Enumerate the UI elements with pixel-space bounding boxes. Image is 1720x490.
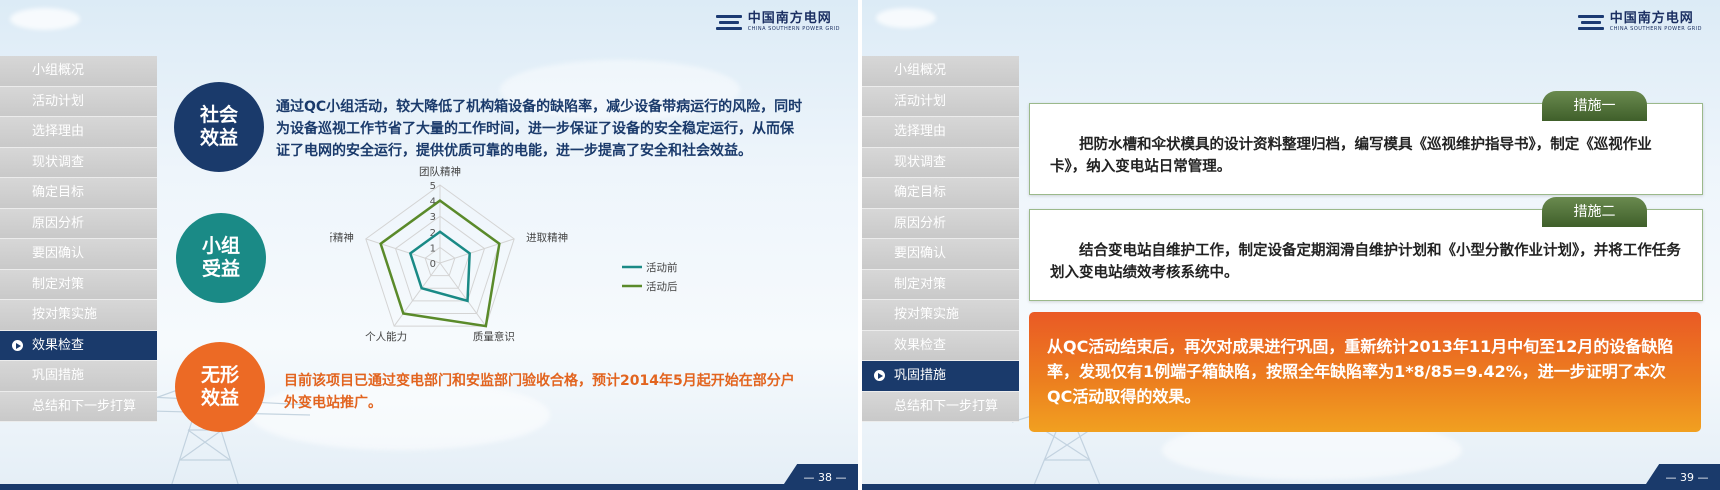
sidebar-item-10[interactable]: 巩固措施 (0, 361, 157, 392)
page-number: — 39 — (1642, 464, 1720, 490)
circle-label: 无形效益 (200, 364, 239, 409)
sidebar-item-11[interactable]: 总结和下一步打算 (0, 391, 157, 422)
sidebar-item-3[interactable]: 现状调查 (862, 147, 1019, 178)
logo-name-en: CHINA SOUTHERN POWER GRID (747, 26, 840, 32)
sidebar-item-0[interactable]: 小组概况 (0, 56, 157, 87)
conclusion-box: 从QC活动结束后，再次对成果进行巩固，重新统计2013年11月中旬至12月的设备… (1029, 312, 1701, 432)
sidebar-item-1[interactable]: 活动计划 (0, 86, 157, 117)
measure-box-1: 措施一 把防水槽和伞状模具的设计资料整理归档，编写模具《巡视维护指导书》，制定《… (1029, 91, 1703, 195)
page-number: — 38 — (780, 464, 858, 490)
circle-label: 社会效益 (199, 104, 238, 149)
legend-label: 活动后 (646, 281, 678, 293)
radar-axis-label: 个人能力 (365, 330, 407, 343)
intangible-benefit-circle: 无形效益 (175, 342, 265, 432)
sidebar-item-6[interactable]: 要因确认 (0, 239, 157, 270)
sidebar-item-7[interactable]: 制定对策 (862, 269, 1019, 300)
company-logo: 中国南方电网 CHINA SOUTHERN POWER GRID (715, 11, 840, 32)
sidebar-item-9[interactable]: 效果检查 (0, 330, 157, 361)
measure-tag-1: 措施一 (1542, 91, 1647, 121)
sidebar-item-4[interactable]: 确定目标 (862, 178, 1019, 209)
measure-text-2: 结合变电站自维护工作，制定设备定期润滑自维护计划和《小型分散作业计划》，并将工作… (1050, 243, 1681, 281)
conclusion-text: 从QC活动结束后，再次对成果进行巩固，重新统计2013年11月中旬至12月的设备… (1047, 337, 1674, 406)
cloud-decoration (876, 8, 936, 28)
sidebar-item-11[interactable]: 总结和下一步打算 (862, 391, 1019, 422)
section-nav: 小组概况 活动计划 选择理由 现状调查 确定目标 原因分析 要因确认 制定对策 按对策实施 效果检… (862, 56, 1019, 422)
measure-tag-2: 措施二 (1542, 197, 1647, 227)
legend-label: 活动前 (646, 261, 678, 274)
grid-logo-icon (715, 12, 742, 32)
slide-39: 中国南方电网 CHINA SOUTHERN POWER GRID 小组概况 活动计… (862, 0, 1720, 490)
grid-logo-icon (1577, 12, 1604, 32)
sidebar-item-7[interactable]: 制定对策 (0, 269, 157, 300)
logo-name-cn: 中国南方电网 (1609, 11, 1694, 26)
logo-name-en: CHINA SOUTHERN POWER GRID (1609, 26, 1702, 32)
sidebar-item-8[interactable]: 按对策实施 (0, 300, 157, 331)
sidebar-item-4[interactable]: 确定目标 (0, 178, 157, 209)
radar-axis-label: 质量意识 (473, 330, 515, 343)
cloud-decoration (10, 8, 80, 30)
team-radar-chart: 012345团队精神进取精神质量意识个人能力创新精神活动前活动后 (330, 165, 678, 343)
sidebar-item-2[interactable]: 选择理由 (862, 117, 1019, 148)
radar-tick-label: 0 (430, 259, 436, 270)
sidebar-item-8[interactable]: 按对策实施 (862, 300, 1019, 331)
measure-text-1: 把防水槽和伞状模具的设计资料整理归档，编写模具《巡视维护指导书》，制定《巡视作业… (1050, 137, 1652, 175)
team-benefit-circle: 小组受益 (176, 213, 266, 303)
sidebar-item-5[interactable]: 原因分析 (0, 208, 157, 239)
sidebar-item-2[interactable]: 选择理由 (0, 117, 157, 148)
radar-axis-label: 进取精神 (526, 231, 568, 244)
social-benefit-circle: 社会效益 (174, 82, 264, 172)
radar-tick-label: 5 (430, 181, 436, 192)
social-benefit-text: 通过QC小组活动，较大降低了机构箱设备的缺陷率，减少设备带病运行的风险，同时为设… (276, 99, 803, 159)
radar-tick-label: 3 (430, 212, 436, 223)
sidebar-item-0[interactable]: 小组概况 (862, 56, 1019, 87)
bottom-bar (0, 484, 858, 490)
sidebar-item-10[interactable]: 巩固措施 (862, 361, 1019, 392)
bottom-bar (862, 484, 1720, 490)
sidebar-item-6[interactable]: 要因确认 (862, 239, 1019, 270)
circle-label: 小组受益 (201, 235, 240, 280)
intangible-benefit-text: 目前该项目已通过变电部门和安监部门验收合格，预计2014年5月起开始在部分户外变… (284, 373, 795, 411)
logo-name-cn: 中国南方电网 (747, 11, 832, 26)
sidebar-item-5[interactable]: 原因分析 (862, 208, 1019, 239)
radar-axis-label: 团队精神 (419, 165, 461, 178)
measure-box-2: 措施二 结合变电站自维护工作，制定设备定期润滑自维护计划和《小型分散作业计划》，… (1029, 197, 1703, 301)
radar-spoke (439, 238, 515, 264)
section-nav: 小组概况 活动计划 选择理由 现状调查 确定目标 原因分析 要因确认 制定对策 按对策实施 效果检… (0, 56, 157, 422)
sidebar-item-1[interactable]: 活动计划 (862, 86, 1019, 117)
radar-axis-label: 创新精神 (330, 231, 354, 244)
sidebar-item-3[interactable]: 现状调查 (0, 147, 157, 178)
company-logo: 中国南方电网 CHINA SOUTHERN POWER GRID (1577, 11, 1702, 32)
slide-38: 中国南方电网 CHINA SOUTHERN POWER GRID 小组概况 活动计… (0, 0, 858, 490)
sidebar-item-9[interactable]: 效果检查 (862, 330, 1019, 361)
radar-tick-label: 1 (430, 243, 436, 254)
